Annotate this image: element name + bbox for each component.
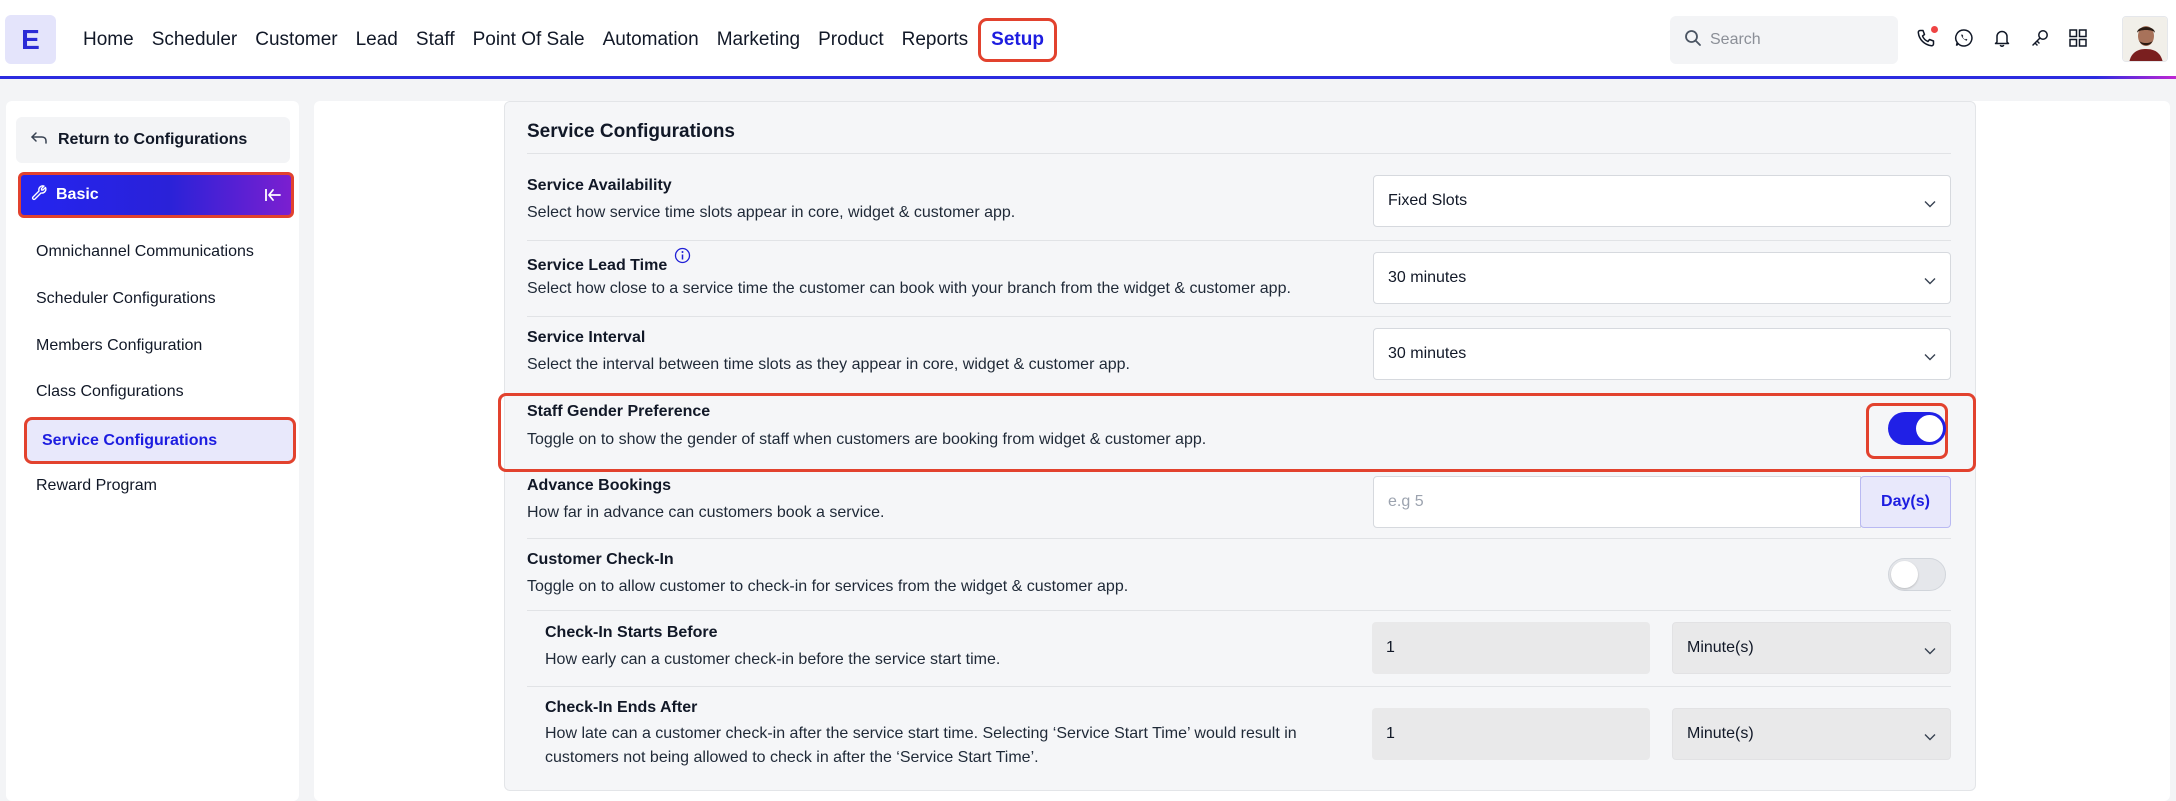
bell-icon[interactable] [1992,24,2012,52]
apps-grid-icon[interactable] [2068,24,2088,52]
info-icon[interactable] [674,247,691,268]
wrench-icon [31,184,48,206]
divider [527,153,1951,154]
check-in-ends-after-desc-line2: customers not being allowed to check in … [545,749,1039,766]
check-in-ends-after-input[interactable]: 1 [1372,708,1650,760]
staff-gender-preference-title: Staff Gender Preference [527,403,711,420]
service-interval-title: Service Interval [527,329,646,346]
customer-check-in-title: Customer Check-In [527,551,674,568]
toggle-knob [1916,415,1943,442]
service-interval-desc: Select the interval between time slots a… [527,356,1130,373]
chevron-down-icon [1924,195,1936,213]
divider [527,538,1951,539]
nav-scheduler[interactable]: Scheduler [152,29,238,51]
customer-check-in-desc: Toggle on to allow customer to check-in … [527,578,1129,595]
notification-dot [1931,26,1938,33]
app-logo[interactable]: E [5,15,56,64]
chevron-down-icon [1924,728,1936,746]
divider [527,610,1951,611]
whatsapp-icon[interactable] [1954,24,1974,52]
service-lead-time-select[interactable]: 30 minutes [1373,252,1951,304]
nav-marketing[interactable]: Marketing [717,29,800,51]
check-in-starts-before-unit-select[interactable]: Minute(s) [1672,622,1951,674]
check-in-ends-after-unit: Minute(s) [1687,725,1754,742]
nav-setup[interactable]: Setup [978,17,1057,62]
sidebar-item-service-configurations[interactable]: Service Configurations [24,417,296,464]
phone-icon[interactable] [1916,24,1938,52]
back-arrow-icon [30,131,48,150]
main-nav: Home Scheduler Customer Lead Staff Point… [83,0,1075,79]
check-in-starts-before-title: Check-In Starts Before [545,624,718,641]
service-lead-time-value: 30 minutes [1388,269,1467,286]
check-in-starts-before-desc: How early can a customer check-in before… [545,651,1001,668]
divider [527,240,1951,241]
nav-product[interactable]: Product [818,29,883,51]
nav-staff[interactable]: Staff [416,29,455,51]
sidebar-item-class-configurations[interactable]: Class Configurations [36,383,184,401]
advance-bookings-input[interactable]: e.g 5 [1373,476,1861,528]
check-in-starts-before-input[interactable]: 1 [1372,622,1650,674]
toggle-knob [1891,561,1918,588]
check-in-ends-after-title: Check-In Ends After [545,699,698,716]
return-label: Return to Configurations [58,131,248,148]
nav-customer[interactable]: Customer [255,29,337,51]
divider [527,316,1951,317]
basic-section-header[interactable]: Basic [18,172,294,218]
advance-bookings-desc: How far in advance can customers book a … [527,504,885,521]
chevron-down-icon [1924,642,1936,660]
return-to-configurations-link[interactable]: Return to Configurations [16,117,290,163]
advance-bookings-unit-button[interactable]: Day(s) [1860,476,1951,528]
key-icon[interactable] [2030,24,2050,52]
service-interval-select[interactable]: 30 minutes [1373,328,1951,380]
chevron-down-icon [1924,348,1936,366]
service-availability-value: Fixed Slots [1388,192,1468,209]
staff-gender-preference-desc: Toggle on to show the gender of staff wh… [527,431,1207,448]
service-availability-title: Service Availability [527,177,672,194]
nav-home[interactable]: Home [83,29,134,51]
search-box[interactable] [1670,16,1898,64]
user-avatar[interactable] [2122,16,2168,62]
nav-automation[interactable]: Automation [603,29,699,51]
sidebar-item-reward-program[interactable]: Reward Program [36,477,157,495]
top-bar: E Home Scheduler Customer Lead Staff Poi… [0,0,2176,79]
sidebar-item-scheduler-configurations[interactable]: Scheduler Configurations [36,290,216,308]
chevron-down-icon [1924,272,1936,290]
sidebar-item-omnichannel-communications[interactable]: Omnichannel Communications [36,243,254,261]
nav-reports[interactable]: Reports [902,29,969,51]
service-lead-time-label: Service Lead Time [527,257,668,274]
search-icon [1684,29,1702,52]
service-availability-select[interactable]: Fixed Slots [1373,175,1951,227]
customer-check-in-toggle[interactable] [1888,558,1946,591]
top-icons [1916,24,2088,52]
settings-sidebar: Return to Configurations Basic Omnichann… [6,101,299,801]
nav-point-of-sale[interactable]: Point Of Sale [473,29,585,51]
service-interval-value: 30 minutes [1388,345,1467,362]
check-in-ends-after-desc-line1: How late can a customer check-in after t… [545,725,1297,742]
page-title: Service Configurations [527,121,735,142]
service-availability-desc: Select how service time slots appear in … [527,204,1016,221]
search-input[interactable] [1710,31,1880,49]
service-lead-time-desc: Select how close to a service time the c… [527,280,1291,297]
check-in-ends-after-unit-select[interactable]: Minute(s) [1672,708,1951,760]
basic-section-label: Basic [56,186,99,203]
staff-gender-preference-toggle[interactable] [1888,412,1946,445]
check-in-starts-before-unit: Minute(s) [1687,639,1754,656]
sidebar-item-members-configuration[interactable]: Members Configuration [36,337,202,355]
divider [527,686,1951,687]
collapse-sidebar-icon[interactable] [263,185,283,210]
advance-bookings-title: Advance Bookings [527,477,672,494]
nav-lead[interactable]: Lead [356,29,398,51]
service-lead-time-title: Service Lead Time [527,247,691,275]
